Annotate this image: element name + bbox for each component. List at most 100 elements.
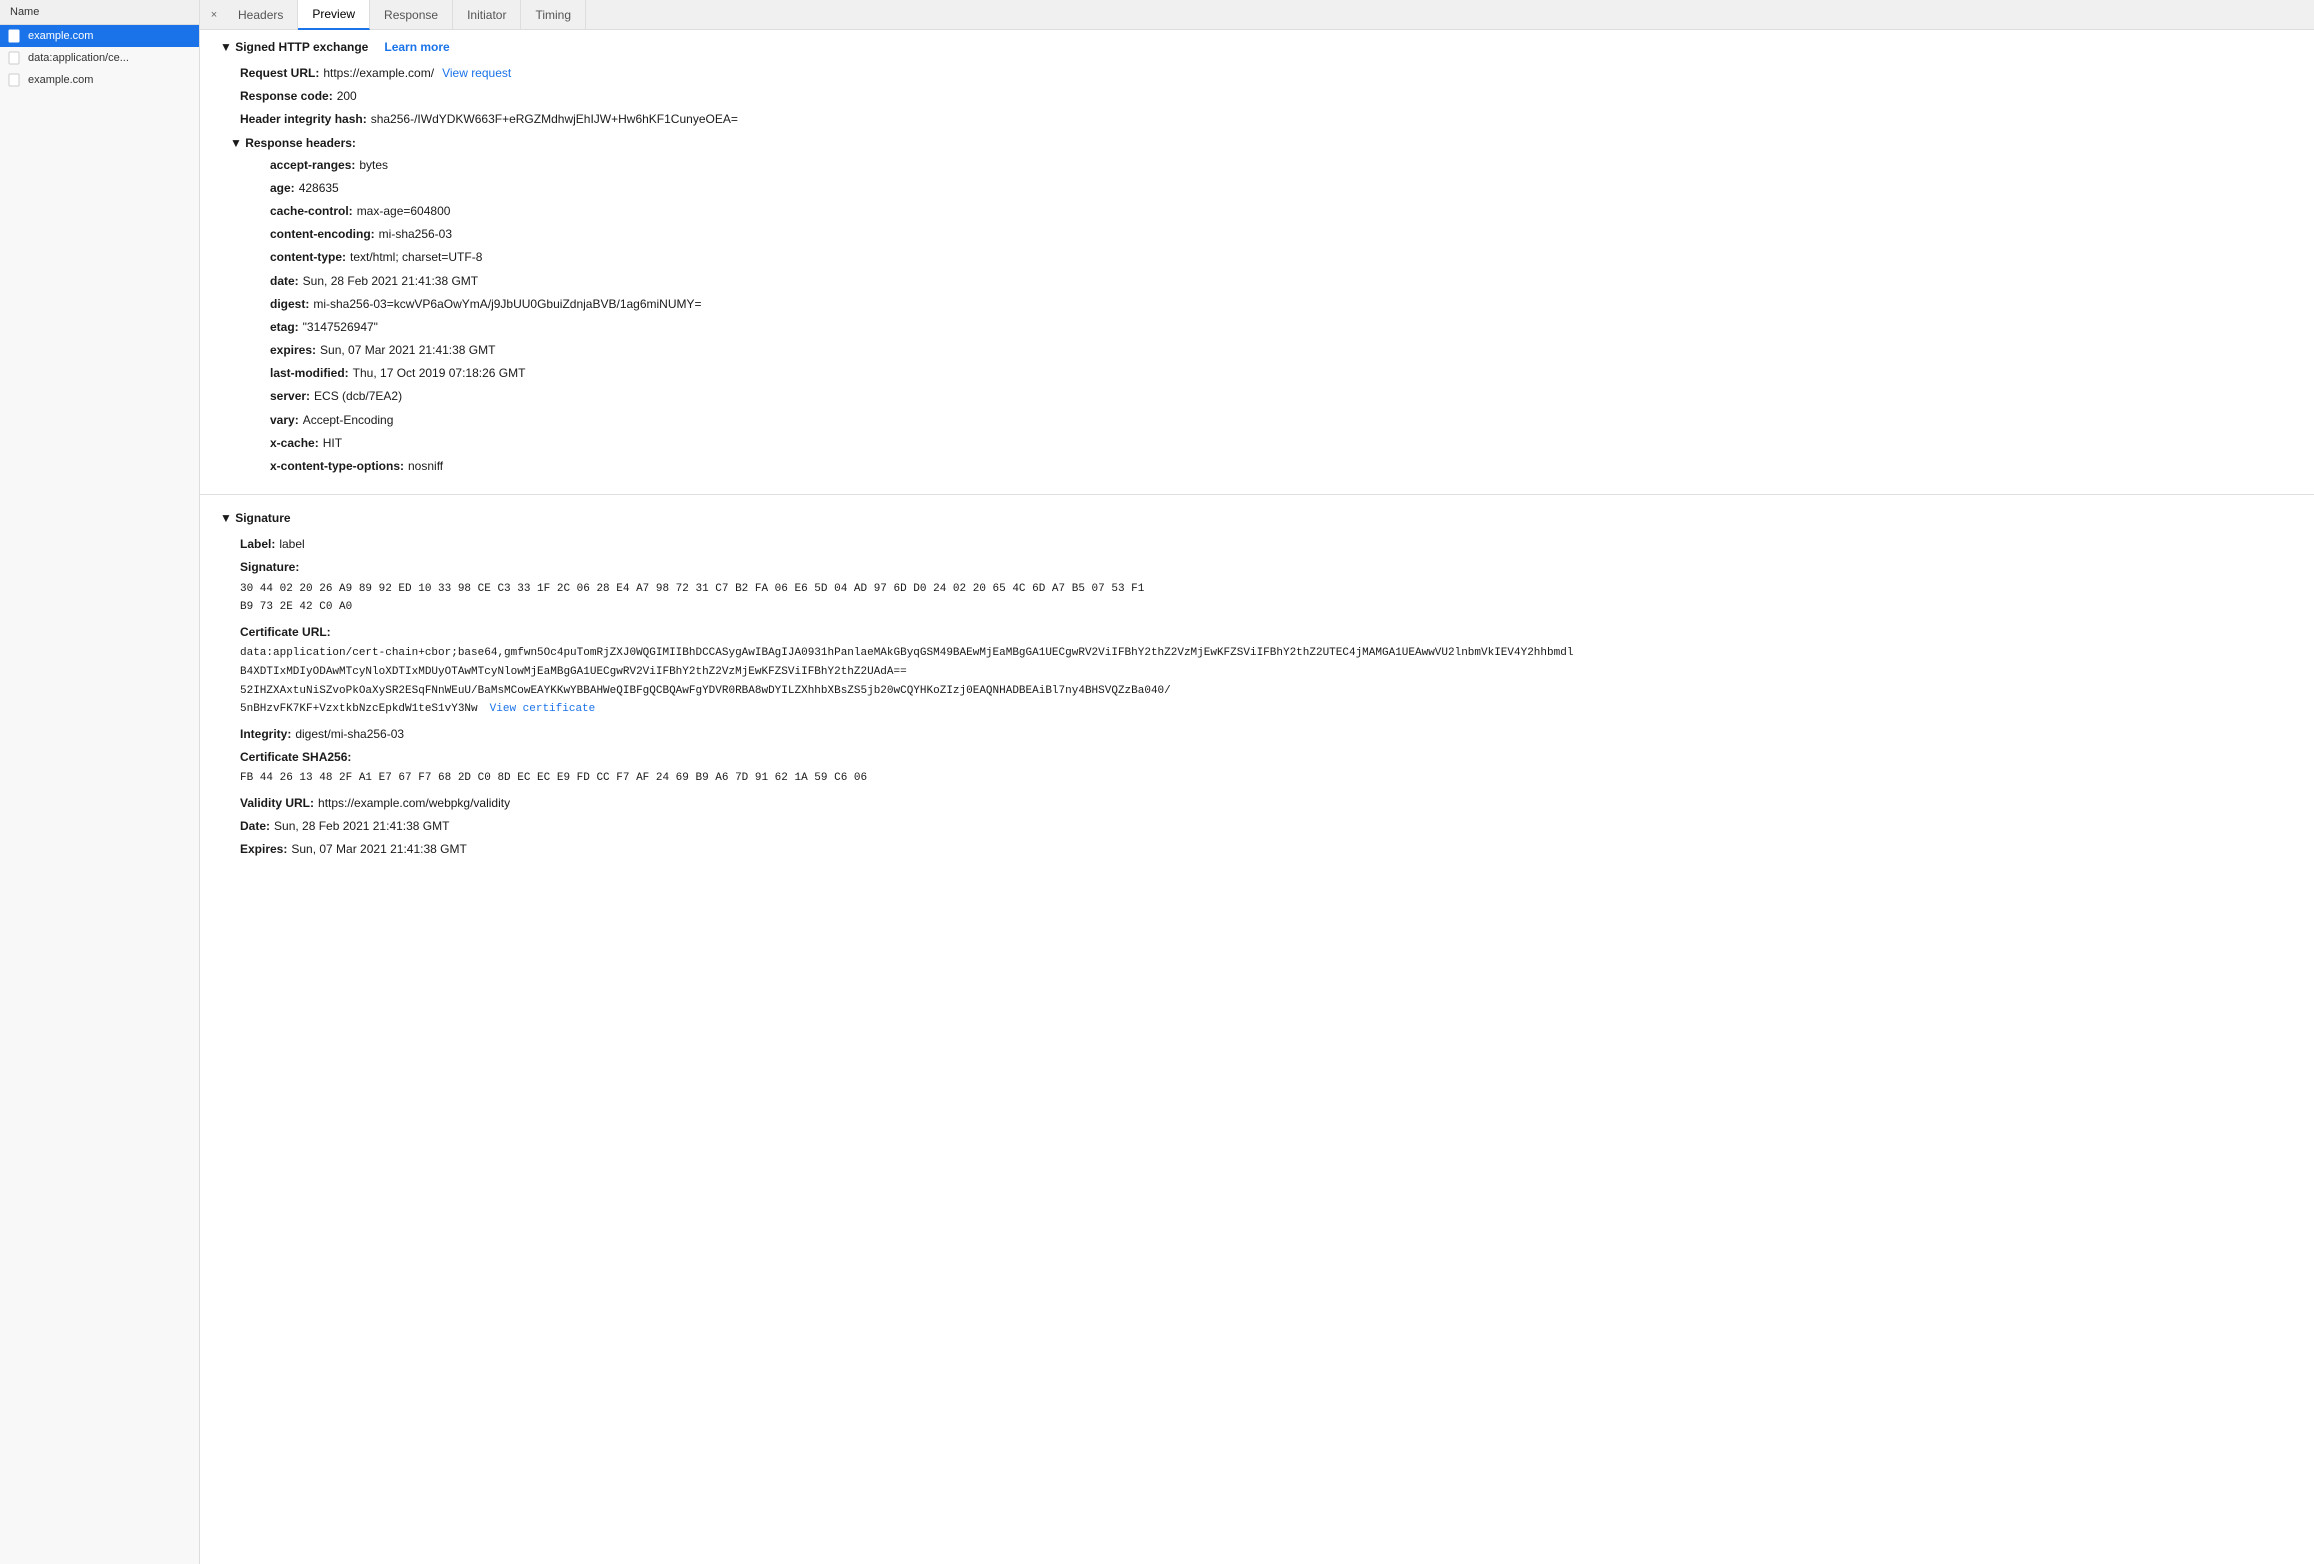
response-header-row-4: content-type:text/html; charset=UTF-8 (250, 246, 2294, 269)
response-header-value-11: Accept-Encoding (303, 411, 394, 430)
response-header-label-8: expires: (270, 341, 316, 360)
tab-preview[interactable]: Preview (298, 0, 370, 30)
cert-url-label: Certificate URL: (240, 623, 331, 642)
response-header-value-13: nosniff (408, 457, 443, 476)
label-row: Label: label (220, 533, 2294, 556)
response-header-label-6: digest: (270, 295, 309, 314)
response-header-label-9: last-modified: (270, 364, 349, 383)
response-header-value-5: Sun, 28 Feb 2021 21:41:38 GMT (303, 272, 478, 291)
cert-url-line2: B4XDTIxMDIyODAwMTcyNloXDTIxMDUyOTAwMTcyN… (220, 663, 2294, 682)
request-url-label: Request URL: (240, 64, 319, 83)
header-integrity-row: Header integrity hash: sha256-/IWdYDKW66… (220, 108, 2294, 131)
cert-url-line1: data:application/cert-chain+cbor;base64,… (220, 644, 2294, 663)
section-divider (200, 494, 2314, 495)
sidebar: Name example.com data:application/ce... … (0, 0, 200, 1564)
file-icon-1 (8, 51, 22, 65)
response-header-row-2: cache-control:max-age=604800 (250, 200, 2294, 223)
response-header-row-13: x-content-type-options:nosniff (250, 455, 2294, 478)
signature-section-header: ▼ Signature (220, 511, 2294, 525)
response-headers-header: ▼ Response headers: (220, 132, 2294, 154)
expires-row: Expires: Sun, 07 Mar 2021 21:41:38 GMT (220, 838, 2294, 861)
response-header-row-5: date:Sun, 28 Feb 2021 21:41:38 GMT (250, 270, 2294, 293)
integrity-label: Integrity: (240, 725, 291, 744)
signed-http-exchange-header: ▼ Signed HTTP exchange Learn more (220, 40, 2294, 54)
response-header-value-4: text/html; charset=UTF-8 (350, 248, 482, 267)
response-header-row-1: age:428635 (250, 177, 2294, 200)
tab-headers[interactable]: Headers (224, 0, 298, 30)
response-header-value-10: ECS (dcb/7EA2) (314, 387, 402, 406)
header-integrity-value: sha256-/IWdYDKW663F+eRGZMdhwjEhIJW+Hw6hK… (371, 110, 738, 129)
expires-label: Expires: (240, 840, 287, 859)
response-headers-fields: accept-ranges:bytesage:428635cache-contr… (220, 154, 2294, 479)
tab-response[interactable]: Response (370, 0, 453, 30)
date-row: Date: Sun, 28 Feb 2021 21:41:38 GMT (220, 815, 2294, 838)
response-header-label-2: cache-control: (270, 202, 353, 221)
cert-sha256-row: Certificate SHA256: (220, 746, 2294, 769)
sidebar-item-1[interactable]: data:application/ce... (0, 47, 199, 69)
response-header-value-1: 428635 (299, 179, 339, 198)
sidebar-item-label-2: example.com (28, 74, 93, 86)
response-header-row-11: vary:Accept-Encoding (250, 409, 2294, 432)
section-title: ▼ Signed HTTP exchange (220, 40, 368, 54)
view-request-link[interactable]: View request (442, 64, 511, 83)
expires-value: Sun, 07 Mar 2021 21:41:38 GMT (291, 840, 466, 859)
response-header-row-6: digest:mi-sha256-03=kcwVP6aOwYmA/j9JbUU0… (250, 293, 2294, 316)
tab-initiator[interactable]: Initiator (453, 0, 521, 30)
file-icon (8, 29, 22, 43)
response-header-value-9: Thu, 17 Oct 2019 07:18:26 GMT (353, 364, 526, 383)
response-header-row-0: accept-ranges:bytes (250, 154, 2294, 177)
date-value: Sun, 28 Feb 2021 21:41:38 GMT (274, 817, 449, 836)
response-header-label-5: date: (270, 272, 299, 291)
response-header-label-12: x-cache: (270, 434, 319, 453)
cert-url-line3: 52IHZXAxtuNiSZvoPkOaXySR2ESqFNnWEuU/BaMs… (220, 682, 2294, 701)
integrity-row: Integrity: digest/mi-sha256-03 (220, 723, 2294, 746)
content-area: ▼ Signed HTTP exchange Learn more Reques… (200, 30, 2314, 1564)
response-header-value-12: HIT (323, 434, 342, 453)
header-integrity-label: Header integrity hash: (240, 110, 367, 129)
signature-field-label: Signature: (240, 558, 299, 577)
validity-url-row: Validity URL: https://example.com/webpkg… (220, 792, 2294, 815)
file-icon-2 (8, 73, 22, 87)
signature-hex-line1: 30 44 02 20 26 A9 89 92 ED 10 33 98 CE C… (220, 580, 2294, 599)
response-header-row-10: server:ECS (dcb/7EA2) (250, 385, 2294, 408)
response-code-value: 200 (337, 87, 357, 106)
tab-close-button[interactable]: × (204, 5, 224, 25)
response-header-label-13: x-content-type-options: (270, 457, 404, 476)
sidebar-item-0[interactable]: example.com (0, 25, 199, 47)
integrity-value: digest/mi-sha256-03 (295, 725, 404, 744)
sidebar-header: Name (0, 0, 199, 25)
response-header-row-8: expires:Sun, 07 Mar 2021 21:41:38 GMT (250, 339, 2294, 362)
request-url-row: Request URL: https://example.com/ View r… (220, 62, 2294, 85)
tab-timing[interactable]: Timing (521, 0, 586, 30)
response-header-row-7: etag:"3147526947" (250, 316, 2294, 339)
response-header-value-6: mi-sha256-03=kcwVP6aOwYmA/j9JbUU0GbuiZdn… (313, 295, 701, 314)
response-header-value-0: bytes (359, 156, 388, 175)
response-header-label-3: content-encoding: (270, 225, 375, 244)
cert-url-line4-text: 5nBHzvFK7KF+VzxtkbNzcEpkdW1teS1vY3Nw (240, 700, 478, 719)
response-header-value-7: "3147526947" (303, 318, 378, 337)
response-header-label-10: server: (270, 387, 310, 406)
validity-url-label: Validity URL: (240, 794, 314, 813)
cert-sha256-label: Certificate SHA256: (240, 748, 351, 767)
response-header-label-1: age: (270, 179, 295, 198)
signature-title: ▼ Signature (220, 511, 291, 525)
cert-sha256-value: FB 44 26 13 48 2F A1 E7 67 F7 68 2D C0 8… (220, 769, 2294, 788)
sidebar-item-2[interactable]: example.com (0, 69, 199, 91)
response-header-value-8: Sun, 07 Mar 2021 21:41:38 GMT (320, 341, 495, 360)
sidebar-item-label-1: data:application/ce... (28, 52, 129, 64)
cert-url-line4: 5nBHzvFK7KF+VzxtkbNzcEpkdW1teS1vY3Nw Vie… (220, 700, 2294, 719)
learn-more-link[interactable]: Learn more (384, 40, 449, 54)
view-certificate-link[interactable]: View certificate (490, 700, 596, 719)
sidebar-item-label-0: example.com (28, 30, 93, 42)
response-header-row-9: last-modified:Thu, 17 Oct 2019 07:18:26 … (250, 362, 2294, 385)
signature-section: ▼ Signature Label: label Signature: 30 4… (200, 501, 2314, 871)
app-container: Name example.com data:application/ce... … (0, 0, 2314, 1564)
date-label: Date: (240, 817, 270, 836)
response-headers-title: ▼ Response headers: (230, 136, 356, 150)
response-header-row-3: content-encoding:mi-sha256-03 (250, 223, 2294, 246)
response-header-row-12: x-cache:HIT (250, 432, 2294, 455)
tabs-bar: × Headers Preview Response Initiator Tim… (200, 0, 2314, 30)
signature-field-row: Signature: (220, 556, 2294, 579)
response-header-label-4: content-type: (270, 248, 346, 267)
label-value: label (279, 535, 304, 554)
